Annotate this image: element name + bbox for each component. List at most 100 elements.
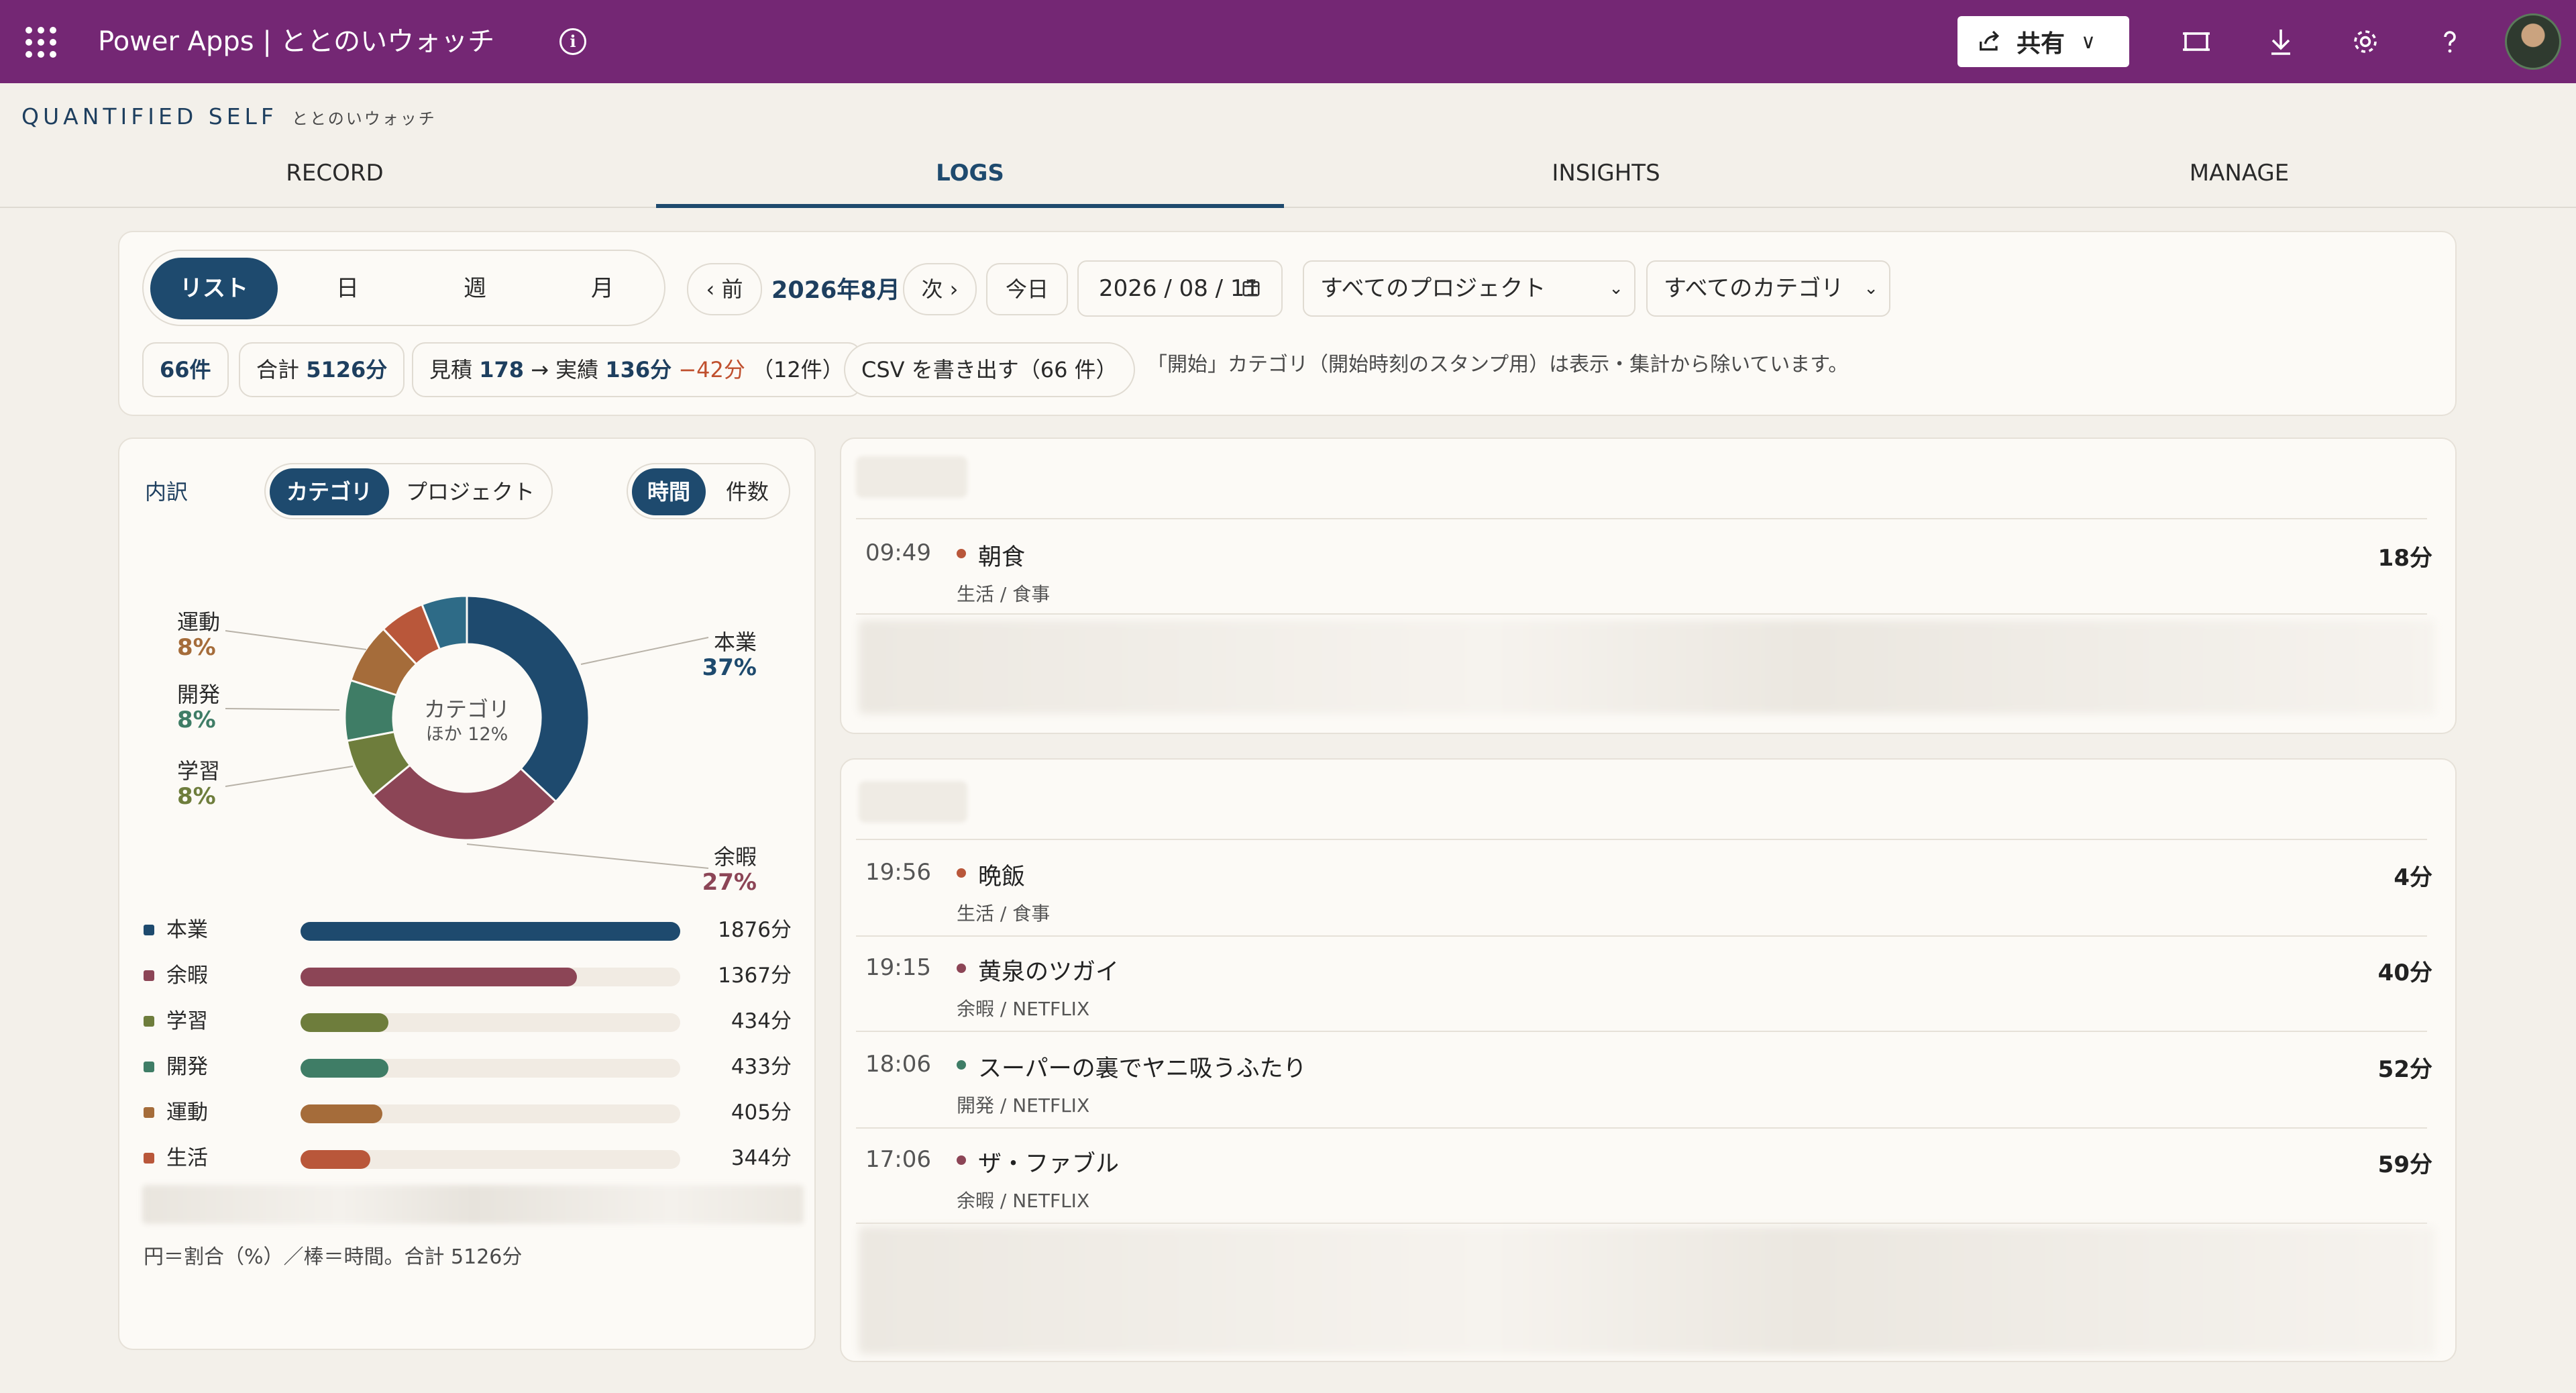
donut-leader-line bbox=[580, 637, 709, 665]
info-icon[interactable]: i bbox=[559, 28, 586, 55]
category-minutes: 1876分 bbox=[718, 918, 792, 942]
entry-duration: 4分 bbox=[2394, 864, 2432, 891]
total-value: 5126分 bbox=[306, 357, 388, 382]
category-name: 本業 bbox=[166, 918, 208, 942]
tab-record[interactable]: RECORD bbox=[0, 149, 669, 208]
category-dot bbox=[957, 964, 966, 973]
exclusion-note: 「開始」カテゴリ（開始時刻のスタンプ用）は表示・集計から除いています。 bbox=[1147, 353, 1849, 376]
category-minutes: 405分 bbox=[731, 1100, 792, 1125]
obscured-row bbox=[142, 1185, 804, 1224]
donut-label-exercise: 運動 8% bbox=[177, 609, 220, 660]
label-pct: 8% bbox=[177, 707, 216, 733]
log-entry-row[interactable]: 09:49 朝食 生活 / 食事 18分 bbox=[865, 527, 2432, 621]
log-entry-row[interactable]: 19:15 黄泉のツガイ 余暇 / NETFLIX 40分 bbox=[865, 942, 2432, 1036]
donut-label-study: 学習 8% bbox=[177, 758, 220, 809]
bar-fill bbox=[301, 1104, 382, 1123]
tab-manage[interactable]: MANAGE bbox=[1923, 149, 2556, 208]
view-week-button[interactable]: 週 bbox=[415, 258, 535, 319]
donut-leader-line bbox=[225, 708, 340, 711]
view-month-button[interactable]: 月 bbox=[542, 258, 663, 319]
date-input[interactable]: 2026 / 08 / 11 bbox=[1077, 260, 1283, 317]
group-project-button[interactable]: プロジェクト bbox=[392, 468, 549, 515]
divider bbox=[856, 839, 2427, 840]
tab-logs[interactable]: LOGS bbox=[656, 149, 1284, 208]
legend-swatch bbox=[144, 1107, 154, 1118]
tab-insights[interactable]: INSIGHTS bbox=[1289, 149, 1923, 208]
bar-fill bbox=[301, 922, 680, 941]
chevron-down-icon: ⌄ bbox=[1609, 278, 1623, 299]
entry-title: 朝食 bbox=[978, 544, 1026, 571]
category-name: 開発 bbox=[166, 1055, 208, 1079]
month-label: 2026年8月 bbox=[771, 277, 900, 304]
group-mode-toggle: カテゴリ プロジェクト bbox=[264, 463, 553, 519]
fit-screen-icon[interactable] bbox=[2180, 25, 2212, 58]
divider bbox=[856, 1223, 2427, 1224]
metric-count-button[interactable]: 件数 bbox=[708, 468, 786, 515]
calendar-icon bbox=[1242, 279, 1260, 297]
category-name: 運動 bbox=[166, 1100, 208, 1125]
entry-title: ザ・ファブル bbox=[978, 1151, 1120, 1178]
divider bbox=[856, 613, 2427, 615]
entry-duration: 40分 bbox=[2377, 960, 2432, 986]
view-list-button[interactable]: リスト bbox=[150, 258, 278, 319]
category-name: 学習 bbox=[166, 1009, 208, 1033]
donut-center: カテゴリ ほか 12% bbox=[401, 696, 533, 747]
share-button[interactable]: 共有 ∨ bbox=[1957, 16, 2129, 67]
avatar[interactable] bbox=[2505, 13, 2561, 70]
download-icon[interactable] bbox=[2265, 25, 2297, 58]
settings-icon[interactable] bbox=[2349, 25, 2381, 58]
category-select[interactable]: すべてのカテゴリ ⌄ bbox=[1646, 260, 1890, 317]
help-icon[interactable] bbox=[2434, 25, 2466, 58]
app-header-bar: Power Apps | ととのいウォッチ i 共有 ∨ bbox=[0, 0, 2576, 83]
category-select-value: すべてのカテゴリ bbox=[1664, 275, 1844, 302]
estimate-prefix: 見積 bbox=[429, 357, 473, 382]
entry-title: 黄泉のツガイ bbox=[978, 959, 1120, 986]
breakdown-title: 内訳 bbox=[145, 479, 189, 505]
donut-leader-line bbox=[466, 843, 709, 869]
bar-track bbox=[301, 1013, 680, 1032]
waffle-icon[interactable] bbox=[25, 27, 56, 58]
diff-value: −42分 bbox=[678, 357, 745, 382]
chevron-down-icon: ⌄ bbox=[1864, 278, 1878, 299]
category-dot bbox=[957, 549, 966, 558]
bar-track bbox=[301, 1150, 680, 1169]
label-pct: 8% bbox=[177, 634, 216, 661]
view-day-button[interactable]: 日 bbox=[287, 258, 408, 319]
project-select[interactable]: すべてのプロジェクト ⌄ bbox=[1303, 260, 1635, 317]
category-minutes: 344分 bbox=[731, 1146, 792, 1170]
log-entry-row[interactable]: 18:06 スーパーの裏でヤニ吸うふたり 開発 / NETFLIX 52分 bbox=[865, 1039, 2432, 1133]
log-entry-row[interactable]: 19:56 晩飯 生活 / 食事 4分 bbox=[865, 847, 2432, 941]
legend-swatch bbox=[144, 925, 154, 935]
csv-export-button[interactable]: CSV を書き出す（66 件） bbox=[844, 342, 1135, 397]
entry-title: スーパーの裏でヤニ吸うふたり bbox=[978, 1055, 1307, 1082]
bar-fill bbox=[301, 968, 577, 986]
app-title: Power Apps | ととのいウォッチ bbox=[98, 26, 495, 57]
day-header-placeholder bbox=[856, 456, 967, 498]
entry-meta: 生活 / 食事 bbox=[957, 902, 1051, 925]
category-bar-row: 本業 1876分 bbox=[144, 917, 792, 943]
entry-meta: 生活 / 食事 bbox=[957, 583, 1051, 605]
brand-title: QUANTIFIED SELF bbox=[21, 103, 278, 130]
metric-time-button[interactable]: 時間 bbox=[632, 468, 706, 515]
obscured-row bbox=[859, 1227, 2435, 1354]
legend-swatch bbox=[144, 1016, 154, 1027]
donut-slice-余暇 bbox=[371, 764, 557, 841]
total-prefix: 合計 bbox=[256, 357, 300, 382]
share-label: 共有 bbox=[2017, 30, 2065, 58]
divider bbox=[856, 518, 2427, 519]
label-name: 開発 bbox=[177, 682, 221, 707]
prev-month-button[interactable]: ‹ 前 bbox=[687, 263, 762, 315]
log-entry-row[interactable]: 17:06 ザ・ファブル 余暇 / NETFLIX 59分 bbox=[865, 1134, 2432, 1228]
brand-header: QUANTIFIED SELF ととのいウォッチ bbox=[21, 103, 437, 130]
label-pct: 27% bbox=[702, 869, 757, 896]
category-bar-row: 生活 344分 bbox=[144, 1145, 792, 1172]
group-category-button[interactable]: カテゴリ bbox=[270, 468, 389, 515]
next-month-button[interactable]: 次 › bbox=[903, 263, 977, 315]
share-icon bbox=[1980, 30, 2000, 51]
category-name: 余暇 bbox=[166, 964, 208, 988]
today-button[interactable]: 今日 bbox=[986, 263, 1068, 315]
legend-swatch bbox=[144, 1153, 154, 1164]
chevron-down-icon: ∨ bbox=[2081, 30, 2096, 54]
day-header-placeholder bbox=[859, 781, 967, 823]
brand-subtitle: ととのいウォッチ bbox=[292, 109, 437, 128]
